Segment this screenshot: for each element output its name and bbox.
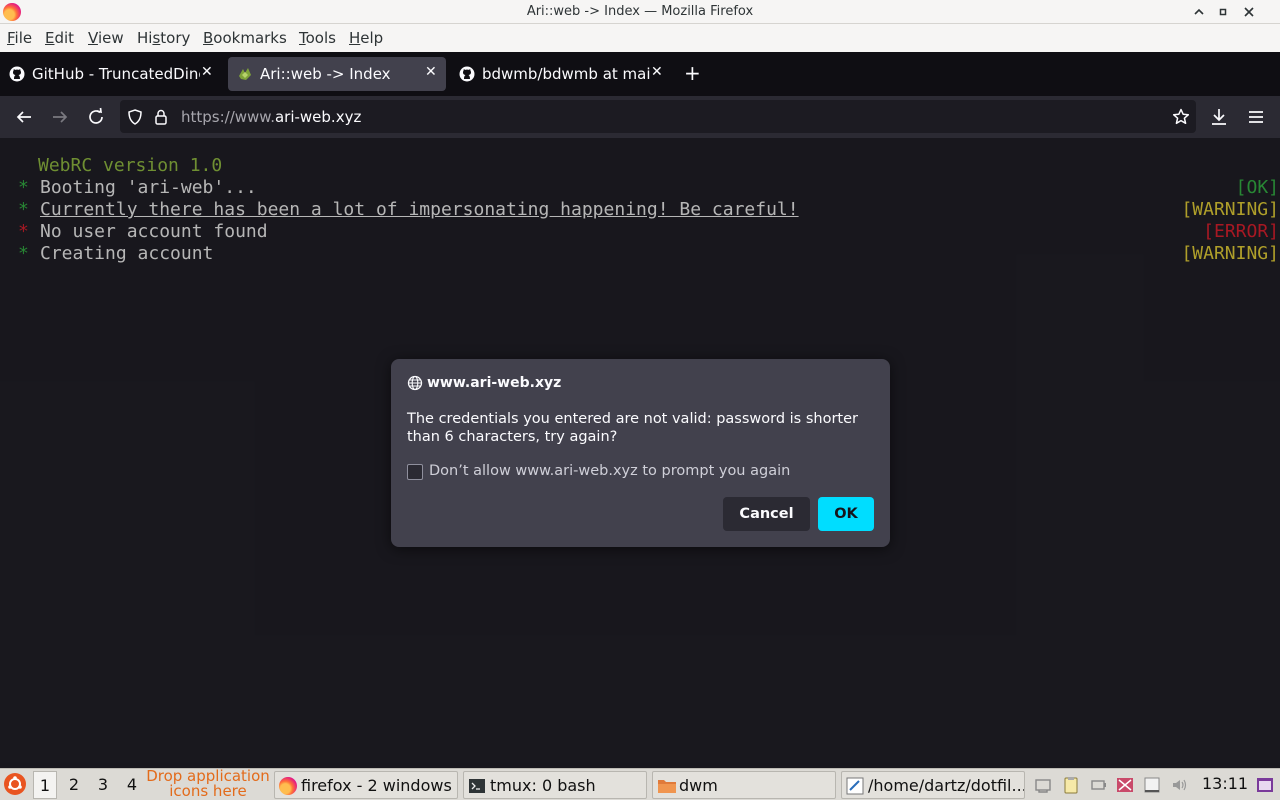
- folder-icon: [658, 780, 676, 793]
- tab-close-icon[interactable]: ✕: [651, 64, 663, 80]
- task-label: dwm: [679, 776, 718, 795]
- tab-label: Ari::web -> Index: [260, 65, 391, 83]
- globe-icon: [407, 375, 423, 391]
- github-icon: [459, 66, 475, 82]
- window-titlebar: Ari::web -> Index — Mozilla Firefox: [0, 0, 1280, 24]
- maximize-icon[interactable]: [1214, 3, 1232, 21]
- menu-file[interactable]: File: [7, 29, 32, 47]
- tab-label: bdwmb/bdwmb at mai: [482, 65, 650, 83]
- logout-tray-icon[interactable]: [1256, 776, 1274, 794]
- tracking-shield-icon[interactable]: [126, 108, 144, 126]
- navigation-toolbar: https://www.ari-web.xyz: [0, 96, 1280, 138]
- close-icon[interactable]: [1240, 3, 1258, 21]
- downloads-icon[interactable]: [1206, 104, 1232, 130]
- dont-allow-label[interactable]: Don’t allow www.ari-web.xyz to prompt yo…: [429, 463, 790, 479]
- url-bar[interactable]: https://www.ari-web.xyz: [120, 100, 1196, 133]
- desktop-taskbar: 1 2 3 4 Drop application icons here fire…: [0, 768, 1280, 800]
- task-tmux[interactable]: tmux: 0 bash: [463, 771, 647, 799]
- text-editor-icon: [846, 777, 864, 795]
- task-text-editor[interactable]: /home/dartz/dotfil...: [841, 771, 1025, 799]
- launcher-drop-zone: Drop application icons here: [146, 767, 270, 800]
- tab-strip: GitHub - TruncatedDinc ✕ Ari::web -> Ind…: [0, 52, 1280, 96]
- task-dwm[interactable]: dwm: [652, 771, 836, 799]
- dont-allow-checkbox[interactable]: [407, 464, 423, 480]
- clock[interactable]: 13:11: [1202, 770, 1248, 798]
- ok-button[interactable]: OK: [818, 497, 874, 531]
- screenshot-tray-icon[interactable]: [1116, 776, 1134, 794]
- notes-tray-icon[interactable]: [1143, 776, 1161, 794]
- bookmark-star-icon[interactable]: [1171, 107, 1191, 127]
- tab-github-truncated[interactable]: GitHub - TruncatedDinc ✕: [0, 57, 224, 91]
- menu-view[interactable]: View: [88, 29, 124, 47]
- task-label: tmux: 0 bash: [490, 776, 596, 795]
- network-tray-icon[interactable]: [1034, 776, 1052, 794]
- terminal-icon: [469, 779, 485, 793]
- cancel-button[interactable]: Cancel: [723, 497, 810, 531]
- reload-icon[interactable]: [83, 104, 109, 130]
- dialog-message: The credentials you entered are not vali…: [407, 411, 858, 445]
- menu-bar: File Edit View History Bookmarks Tools H…: [0, 24, 1280, 52]
- menu-history[interactable]: History: [137, 29, 190, 47]
- menu-edit[interactable]: Edit: [45, 29, 74, 47]
- hamburger-menu-icon[interactable]: [1243, 104, 1269, 130]
- task-label: firefox - 2 windows: [301, 776, 452, 795]
- clipboard-tray-icon[interactable]: [1062, 776, 1080, 794]
- tab-close-icon[interactable]: ✕: [201, 64, 213, 80]
- task-label: /home/dartz/dotfil...: [868, 776, 1025, 795]
- auth-prompt-dialog: www.ari-web.xyz The credentials you ente…: [391, 359, 890, 547]
- dialog-host: www.ari-web.xyz: [427, 375, 562, 391]
- menu-help[interactable]: Help: [349, 29, 383, 47]
- menu-tools[interactable]: Tools: [299, 29, 336, 47]
- battery-tray-icon[interactable]: [1090, 776, 1108, 794]
- workspace-2[interactable]: 2: [62, 771, 86, 799]
- tab-label: GitHub - TruncatedDinc: [32, 65, 200, 83]
- volume-tray-icon[interactable]: [1170, 776, 1188, 794]
- tab-close-icon[interactable]: ✕: [425, 64, 437, 80]
- workspace-3[interactable]: 3: [91, 771, 115, 799]
- lock-icon[interactable]: [153, 108, 169, 126]
- forward-arrow-icon[interactable]: [47, 104, 73, 130]
- workspace-1[interactable]: 1: [33, 771, 57, 799]
- workspace-4[interactable]: 4: [120, 771, 144, 799]
- github-icon: [9, 66, 25, 82]
- firefox-icon: [279, 777, 297, 795]
- new-tab-plus-icon[interactable]: +: [684, 61, 701, 85]
- tab-bdwmb[interactable]: bdwmb/bdwmb at mai ✕: [450, 57, 672, 91]
- task-firefox[interactable]: firefox - 2 windows: [274, 771, 458, 799]
- start-menu-icon[interactable]: [4, 773, 26, 795]
- tab-ari-web-index[interactable]: Ari::web -> Index ✕: [228, 57, 446, 91]
- minimize-icon[interactable]: [1190, 3, 1208, 21]
- window-title: Ari::web -> Index — Mozilla Firefox: [526, 4, 754, 19]
- site-favicon-icon: [239, 68, 251, 80]
- back-arrow-icon[interactable]: [11, 104, 37, 130]
- menu-bookmarks[interactable]: Bookmarks: [203, 29, 287, 47]
- url-text[interactable]: https://www.ari-web.xyz: [181, 108, 361, 126]
